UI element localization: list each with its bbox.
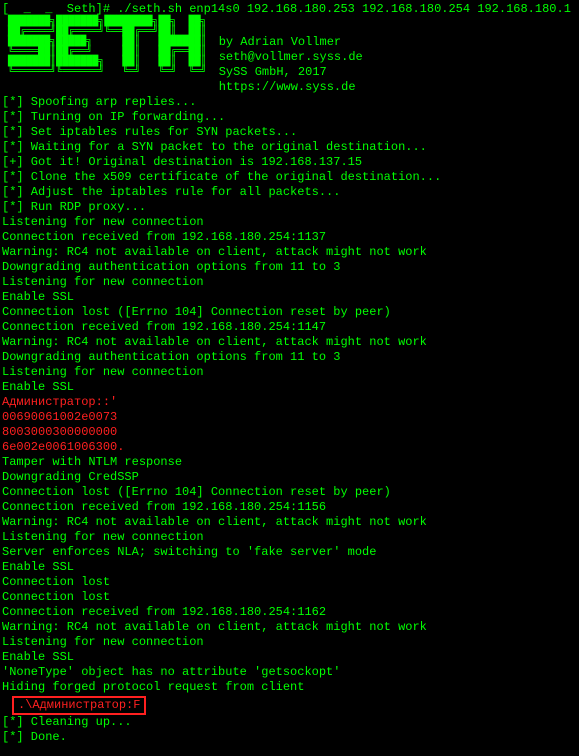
log-line: Hiding forged protocol request from clie… — [2, 680, 577, 695]
hash-line: 8003000300000000 — [2, 425, 577, 440]
log-line: 'NoneType' object has no attribute 'gets… — [2, 665, 577, 680]
log-line: Connection received from 192.168.180.254… — [2, 500, 577, 515]
log-line: Enable SSL — [2, 380, 577, 395]
credits-author: by Adrian Vollmer — [219, 35, 363, 50]
log-line: Downgrading authentication options from … — [2, 260, 577, 275]
credits-email: seth@vollmer.syss.de — [219, 50, 363, 65]
shell-prompt: [ _ _ Seth]# ./seth.sh enp14s0 192.168.1… — [2, 2, 577, 17]
log-line: Connection received from 192.168.180.254… — [2, 320, 577, 335]
hash-line: 00690061002e0073 — [2, 410, 577, 425]
log-line: Listening for new connection — [2, 530, 577, 545]
hash-line: 6e002e0061006300. — [2, 440, 577, 455]
log-line: Listening for new connection — [2, 365, 577, 380]
log-line: Connection lost ([Errno 104] Connection … — [2, 305, 577, 320]
log-line: Downgrading CredSSP — [2, 470, 577, 485]
captured-creds: .\Администратор:F — [12, 696, 146, 715]
log-line: Server enforces NLA; switching to 'fake … — [2, 545, 577, 560]
log-line: [*] Spoofing arp replies... — [2, 95, 577, 110]
captured-creds-box: .\Администратор:F — [2, 695, 577, 715]
log-line: Warning: RC4 not available on client, at… — [2, 245, 577, 260]
seth-ascii-logo: ███████╗███████╗████████╗██╗ ██╗ ██╔════… — [2, 17, 207, 77]
log-line: Listening for new connection — [2, 275, 577, 290]
creds-line: Администратор::' — [2, 395, 577, 410]
log-line: [+] Got it! Original destination is 192.… — [2, 155, 577, 170]
log-line: Enable SSL — [2, 560, 577, 575]
credits-block: by Adrian Vollmer seth@vollmer.syss.de S… — [207, 17, 363, 95]
log-line: Connection lost ([Errno 104] Connection … — [2, 485, 577, 500]
log-line: Enable SSL — [2, 650, 577, 665]
log-line: Warning: RC4 not available on client, at… — [2, 620, 577, 635]
log-line: Connection lost — [2, 575, 577, 590]
log-line: [*] Turning on IP forwarding... — [2, 110, 577, 125]
log-line: [*] Done. — [2, 730, 577, 745]
log-line: [*] Cleaning up... — [2, 715, 577, 730]
log-line: Listening for new connection — [2, 635, 577, 650]
log-line: Connection lost — [2, 590, 577, 605]
log-line: [*] Run RDP proxy... — [2, 200, 577, 215]
credits-org: SySS GmbH, 2017 — [219, 65, 363, 80]
log-line: Enable SSL — [2, 290, 577, 305]
banner: ███████╗███████╗████████╗██╗ ██╗ ██╔════… — [2, 17, 577, 95]
log-line: [*] Adjust the iptables rule for all pac… — [2, 185, 577, 200]
credits-url: https://www.syss.de — [219, 80, 363, 95]
log-line: Warning: RC4 not available on client, at… — [2, 515, 577, 530]
log-line: Tamper with NTLM response — [2, 455, 577, 470]
log-line: [*] Waiting for a SYN packet to the orig… — [2, 140, 577, 155]
log-line: [*] Set iptables rules for SYN packets..… — [2, 125, 577, 140]
log-line: Listening for new connection — [2, 215, 577, 230]
log-line: Warning: RC4 not available on client, at… — [2, 335, 577, 350]
log-line: Downgrading authentication options from … — [2, 350, 577, 365]
log-line: Connection received from 192.168.180.254… — [2, 605, 577, 620]
log-line: [*] Clone the x509 certificate of the or… — [2, 170, 577, 185]
log-line: Connection received from 192.168.180.254… — [2, 230, 577, 245]
